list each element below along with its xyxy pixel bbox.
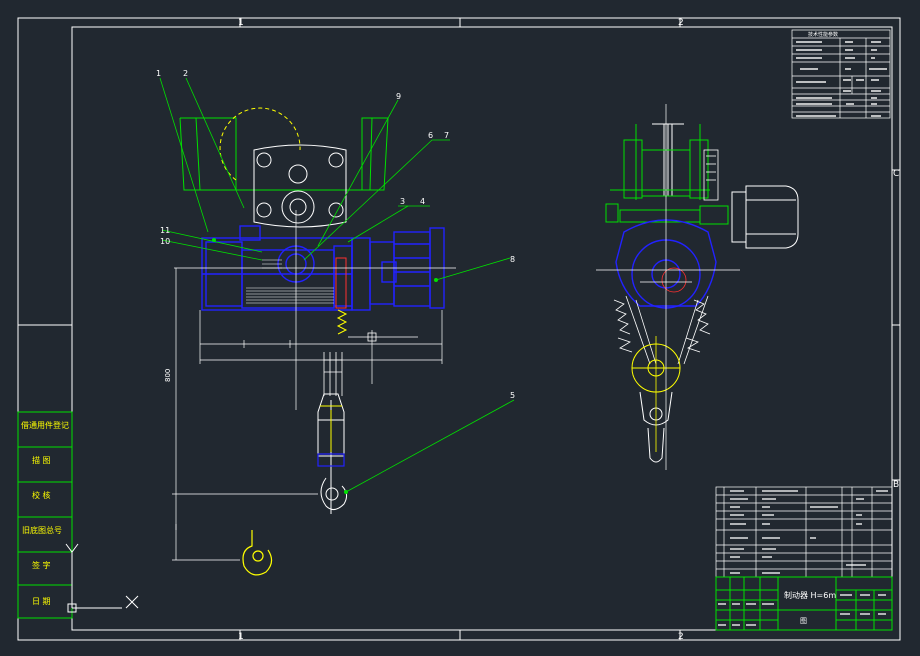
drawing-svg: 1 2 1 2 C B 借通用件登记 描 图 校 核 旧底图总号 签 字 日 期…	[17, 17, 901, 642]
zone-label-bottom-2: 2	[678, 632, 684, 642]
left-revision-table	[17, 411, 73, 619]
zone-label-top-1: 1	[238, 18, 244, 28]
dimension-800-label: 800	[164, 369, 172, 382]
side-motor	[731, 185, 799, 249]
leader-dot-1	[212, 238, 216, 242]
side-trolley	[605, 124, 729, 225]
front-dimensions	[172, 268, 443, 561]
balloon-6: 6	[428, 131, 433, 140]
trolley-frame	[253, 144, 347, 228]
zone-label-top-2: 2	[678, 18, 684, 28]
leader-dot-5	[344, 490, 348, 494]
ucs-icon	[65, 543, 139, 613]
balloon-7: 7	[444, 131, 449, 140]
left-table-cell-3: 旧底图总号	[22, 525, 62, 535]
title-block-scale-cell: 图	[800, 617, 807, 625]
balloon-3: 3	[400, 197, 405, 206]
hook-lower-yellow	[242, 530, 273, 576]
drum-side-zigzag	[336, 309, 348, 335]
drum-red-cable-guide	[335, 257, 347, 309]
balloon-1: 1	[156, 69, 161, 78]
side-trolley-white	[703, 149, 719, 201]
left-table-cell-5: 日 期	[32, 597, 51, 606]
balloon-9: 9	[396, 92, 401, 101]
title-block-drawing-name: 制动器 H=6m	[784, 590, 836, 600]
hook	[320, 470, 348, 514]
hook-yellow	[320, 405, 342, 452]
zone-label-right-b: B	[893, 480, 899, 490]
side-rail-beam	[652, 123, 684, 196]
spec-table-filler-text	[796, 41, 887, 117]
drawing-frame	[17, 17, 901, 641]
balloon-8: 8	[510, 255, 515, 264]
balloon-10: 10	[160, 237, 170, 246]
parts-list-filler-text	[730, 490, 888, 574]
side-drum-red-detail	[661, 267, 687, 293]
balloon-5: 5	[510, 391, 515, 400]
front-view: 800 1 2 9 6 7 3 4 11 10 8 5	[156, 69, 515, 576]
left-table-cell-1: 描 图	[32, 455, 51, 465]
hoist-rope	[323, 352, 343, 396]
balloon-11: 11	[160, 226, 170, 235]
zone-label-bottom-1: 1	[238, 632, 244, 642]
trolley-wheel-arc	[219, 107, 301, 181]
balloon-2: 2	[183, 69, 188, 78]
side-view	[596, 104, 799, 470]
zone-label-right-c: C	[893, 169, 899, 179]
balloon-4: 4	[420, 197, 425, 206]
leader-lines	[159, 77, 515, 493]
leader-dot-8	[434, 278, 438, 282]
left-table-cell-2: 校 核	[32, 490, 51, 500]
left-table-cell-4: 签 字	[32, 560, 51, 570]
parts-list	[715, 486, 893, 578]
trolley-rail	[179, 117, 389, 191]
spec-table-header: 技术性能参数	[808, 31, 838, 38]
left-table-cell-0: 借通用件登记	[21, 420, 69, 430]
cad-drawing-canvas[interactable]: 1 2 1 2 C B 借通用件登记 描 图 校 核 旧底图总号 签 字 日 期…	[0, 0, 920, 652]
